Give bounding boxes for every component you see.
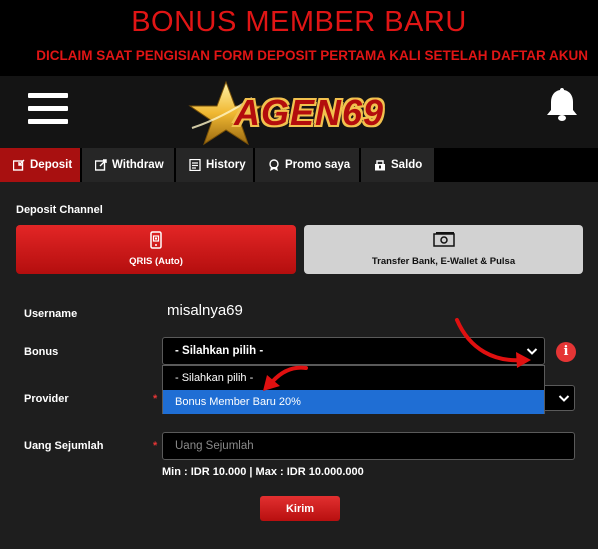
tab-deposit[interactable]: Deposit [0,148,81,182]
tab-label: History [206,159,246,171]
promo-banner: BONUS MEMBER BARU DICLAIM SAAT PENGISIAN… [0,0,598,76]
amount-limits: Min : IDR 10.000 | Max : IDR 10.000.000 [162,466,364,478]
site-header: AGEN69 [0,76,598,148]
amount-input[interactable] [162,432,575,460]
provider-label: Provider [24,393,69,405]
bonus-select[interactable]: - Silahkan pilih - [162,337,545,365]
channel-label: Transfer Bank, E-Wallet & Pulsa [371,256,516,267]
deposit-panel: Deposit Channel QRIS (Auto) Transfer Ban… [0,182,598,549]
channel-qris-button[interactable]: QRIS (Auto) [16,225,296,274]
promo-icon [269,159,279,171]
channel-label: QRIS (Auto) [129,256,183,267]
chevron-down-icon [558,395,570,402]
tab-label: Deposit [30,159,73,171]
deposit-channel-heading: Deposit Channel [16,204,103,216]
tab-label: Promo saya [285,159,351,171]
tab-promo-saya[interactable]: Promo saya [255,148,360,182]
channel-bank-transfer-button[interactable]: Transfer Bank, E-Wallet & Pulsa [304,225,583,274]
saldo-icon [375,160,385,171]
banner-subtitle: DICLAIM SAAT PENGISIAN FORM DEPOSIT PERT… [36,48,588,63]
tab-withdraw[interactable]: Withdraw [82,148,175,182]
required-mark: * [153,393,158,405]
required-mark: * [153,440,158,452]
banner-title: BONUS MEMBER BARU [131,6,467,38]
site-logo[interactable]: AGEN69 [182,78,432,148]
withdraw-icon [95,159,107,171]
bonus-option-highlighted[interactable]: Bonus Member Baru 20% [163,390,544,414]
info-icon[interactable]: i [556,342,576,362]
username-label: Username [24,308,78,320]
logo-text: AGEN69 [234,92,385,133]
cash-icon [304,231,583,249]
tab-history[interactable]: History [176,148,254,182]
account-tabs: Deposit Withdraw History Promo saya Sald… [0,148,598,182]
hamburger-menu-icon[interactable] [28,93,68,125]
username-value: misalnya69 [167,302,243,319]
tab-label: Withdraw [112,159,164,171]
bonus-label: Bonus [24,346,59,358]
bonus-dropdown-list: - Silahkan pilih - Bonus Member Baru 20% [162,365,545,414]
bonus-option[interactable]: - Silahkan pilih - [163,366,544,390]
submit-button[interactable]: Kirim [260,496,340,521]
history-icon [189,159,201,171]
qris-phone-icon [16,231,296,249]
tab-saldo[interactable]: Saldo [361,148,435,182]
bell-icon[interactable] [545,86,579,122]
deposit-icon [13,159,25,171]
tab-label: Saldo [391,159,423,171]
bonus-select-value: - Silahkan pilih - [175,345,264,357]
chevron-down-icon [526,348,538,355]
amount-label: Uang Sejumlah [24,440,104,452]
